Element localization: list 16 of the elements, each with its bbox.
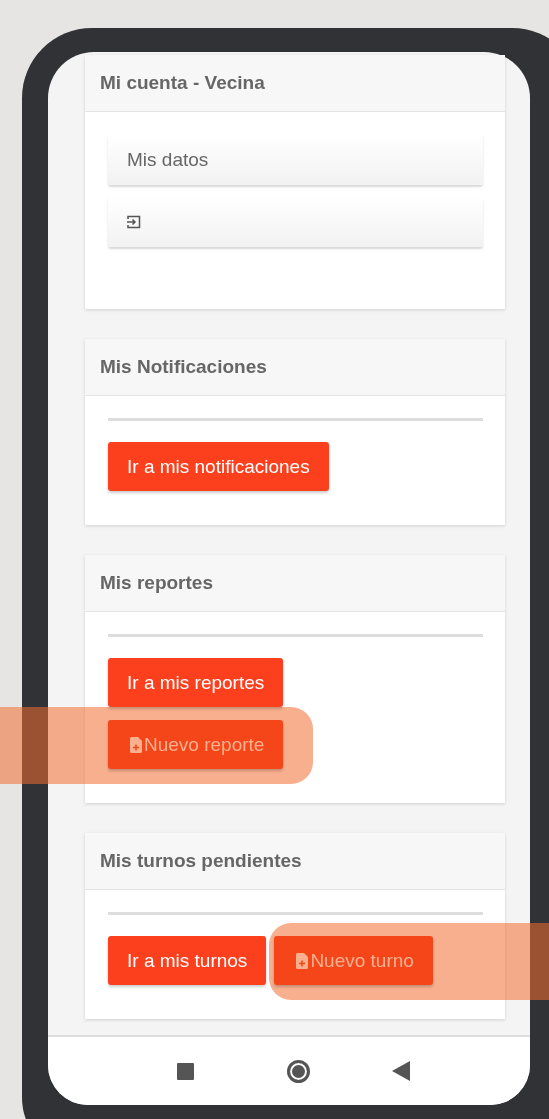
- card-title: Mis turnos pendientes: [100, 850, 302, 872]
- recent-apps-icon[interactable]: [177, 1062, 194, 1080]
- file-plus-icon: [296, 952, 309, 969]
- action-button[interactable]: Ir a mis reportes: [108, 658, 284, 707]
- file-plus-icon: [130, 736, 142, 753]
- back-icon[interactable]: [392, 1061, 410, 1081]
- card-title: Mis reportes: [100, 572, 213, 594]
- list-item[interactable]: Mis datos: [108, 134, 483, 185]
- action-button[interactable]: Nuevo reporte: [108, 720, 284, 769]
- home-icon[interactable]: [287, 1059, 310, 1083]
- logout-icon: [127, 214, 141, 229]
- action-button[interactable]: Ir a mis turnos: [108, 936, 267, 985]
- card-title: Mi cuenta - Vecina: [100, 72, 265, 94]
- action-button[interactable]: Ir a mis notificaciones: [108, 442, 329, 491]
- action-button[interactable]: Nuevo turno: [274, 936, 433, 985]
- card-title: Mis Notificaciones: [100, 356, 267, 378]
